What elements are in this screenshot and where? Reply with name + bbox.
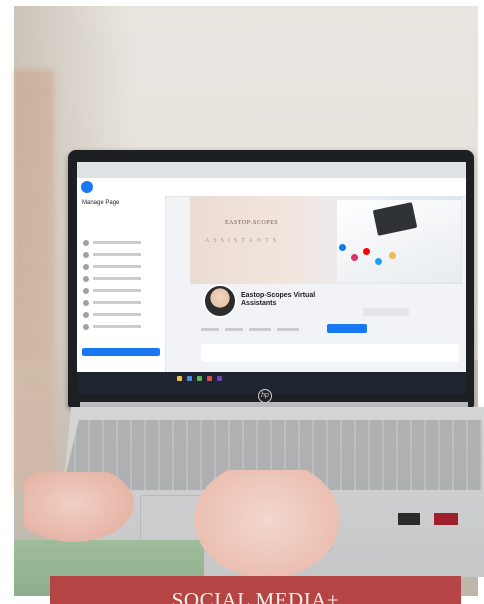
email-social-icon (389, 252, 396, 259)
nav-line (93, 265, 141, 268)
twitter-social-icon (375, 258, 382, 265)
sidebar-title: Manage Page (82, 200, 120, 206)
banner-text: SOCIAL MEDIA+ (171, 588, 340, 604)
nav-inbox-icon (83, 264, 89, 270)
laptop-screen: Manage Page EASTOP-SCOPES ASSISTANTS Eas… (77, 162, 466, 394)
facebook-logo-icon (81, 181, 93, 193)
nav-events-icon (83, 276, 89, 282)
cover-title: EASTOP-SCOPES (225, 220, 279, 226)
taskbar-app-icon (197, 376, 202, 381)
post-card (201, 344, 459, 362)
left-hand (24, 472, 134, 542)
hp-logo: hp (258, 389, 272, 403)
windows-taskbar (77, 372, 466, 394)
taskbar-app-icon (187, 376, 192, 381)
nav-line (93, 241, 141, 244)
promote-button (82, 348, 160, 356)
tab-placeholder (277, 328, 299, 331)
facebook-top-bar (77, 178, 466, 197)
right-hand (192, 470, 342, 580)
youtube-social-icon (363, 248, 370, 255)
tab-placeholder (201, 328, 219, 331)
photo-frame: Manage Page EASTOP-SCOPES ASSISTANTS Eas… (0, 0, 484, 604)
cover-subtitle: ASSISTANTS (205, 238, 281, 244)
taskbar-app-icon (217, 376, 222, 381)
laptop-sticker (434, 513, 458, 525)
tab-placeholder (225, 328, 243, 331)
nav-home-icon (83, 240, 89, 246)
taskbar-folder-icon (177, 376, 182, 381)
edit-button (363, 308, 409, 316)
facebook-social-icon (339, 244, 346, 251)
person-blurred-foreground (14, 70, 54, 490)
page-tabs (201, 326, 411, 334)
nav-groups-icon (83, 300, 89, 306)
nav-feed-icon (83, 252, 89, 258)
nav-resources-icon (83, 312, 89, 318)
nav-line (93, 325, 141, 328)
nav-notifications-icon (83, 324, 89, 330)
instagram-social-icon (351, 254, 358, 261)
laptop-sticker (398, 513, 420, 525)
nav-line (93, 289, 141, 292)
facebook-sidebar: Manage Page (77, 196, 166, 372)
tab-placeholder (249, 328, 271, 331)
promote-button-main (327, 324, 367, 333)
nav-line (93, 253, 141, 256)
nav-line (93, 277, 141, 280)
title-banner: SOCIAL MEDIA+ (50, 576, 461, 604)
nav-line (93, 313, 141, 316)
browser-tab-bar (77, 162, 466, 178)
nav-line (93, 301, 141, 304)
nav-insights-icon (83, 288, 89, 294)
profile-photo (203, 284, 237, 318)
taskbar-app-icon (207, 376, 212, 381)
page-name: Eastop-Scopes Virtual Assistants (241, 292, 316, 307)
